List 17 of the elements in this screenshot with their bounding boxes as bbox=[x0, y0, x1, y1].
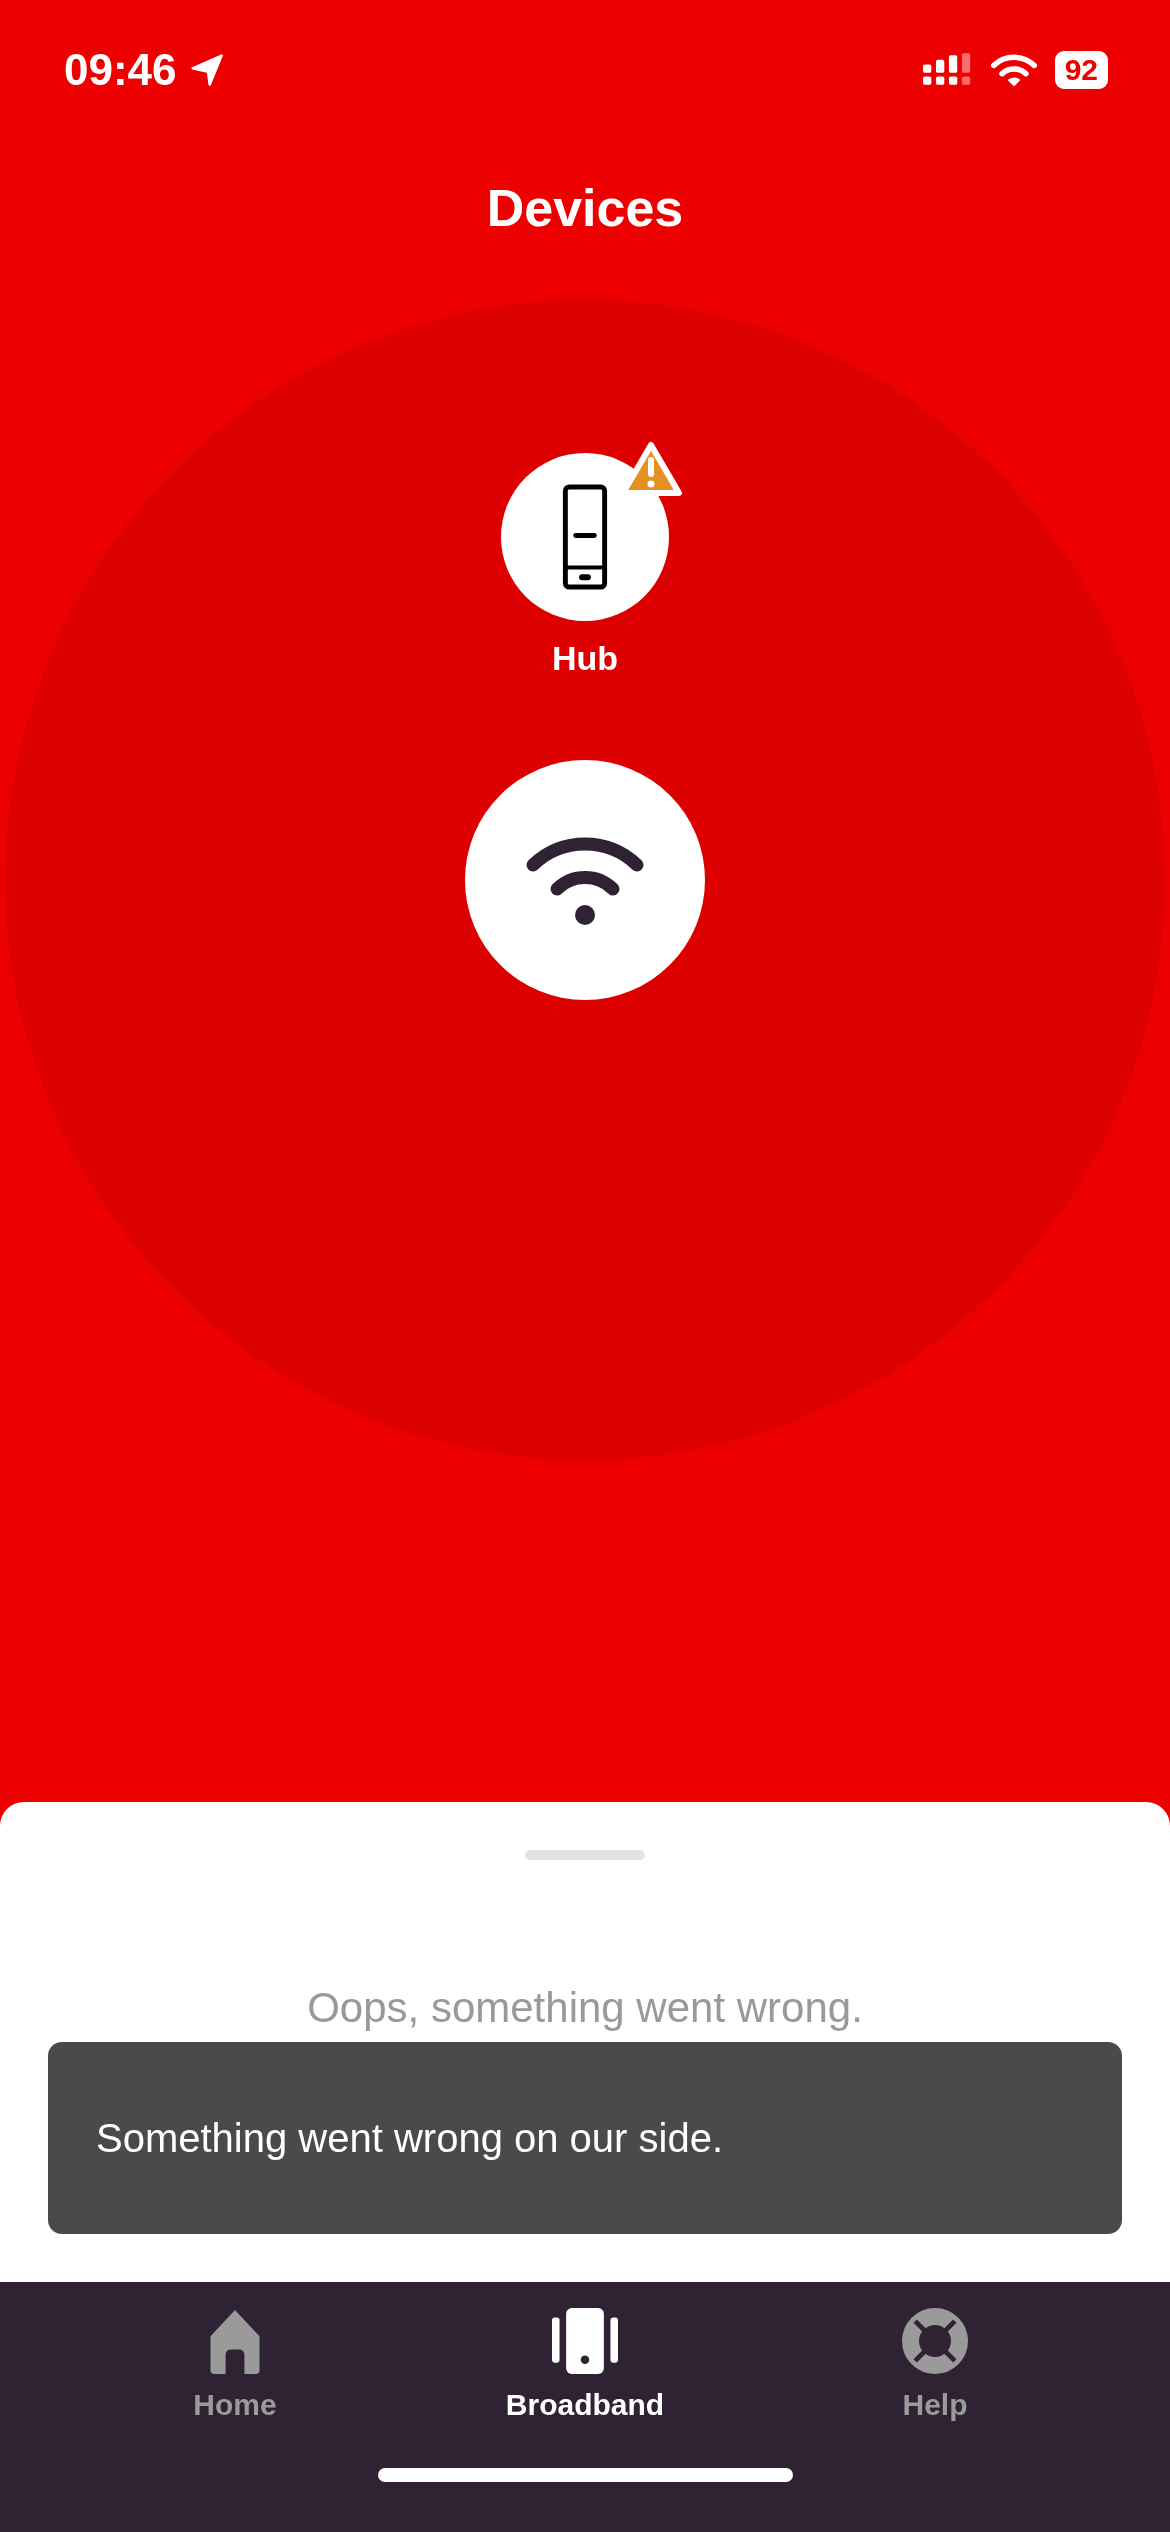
lifebuoy-icon bbox=[902, 2308, 968, 2374]
error-message: Oops, something went wrong. bbox=[307, 1984, 863, 2032]
device-icon bbox=[552, 2308, 618, 2374]
device-label: Hub bbox=[551, 639, 619, 678]
wifi-icon bbox=[990, 52, 1037, 88]
tab[interactable]: Broadband bbox=[475, 2308, 695, 2422]
hub-device-icon bbox=[562, 484, 608, 590]
location-icon bbox=[190, 53, 225, 87]
sheet-handle[interactable] bbox=[525, 1850, 645, 1860]
toast-message: Something went wrong on our side. bbox=[96, 2115, 724, 2161]
tab[interactable]: Home bbox=[125, 2308, 345, 2422]
status-time: 09:46 bbox=[64, 45, 177, 95]
signal-icon bbox=[922, 53, 973, 87]
battery-indicator: 92 bbox=[1054, 51, 1108, 89]
wifi-icon bbox=[525, 835, 645, 925]
tab[interactable]: Help bbox=[825, 2308, 1045, 2422]
page-title: Devices bbox=[486, 178, 684, 238]
